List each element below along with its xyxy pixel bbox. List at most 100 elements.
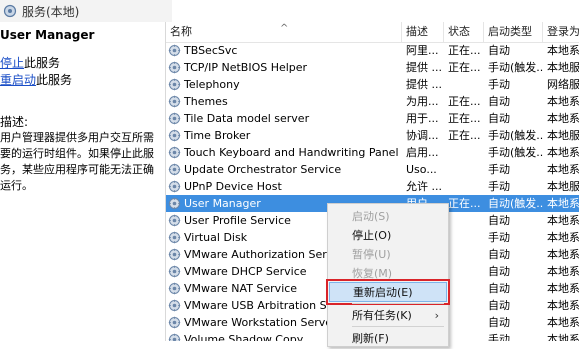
service-startup-type: 手动 [488,333,510,341]
service-logon-as: 本地系统 [547,248,579,261]
service-gear-icon [168,333,181,341]
service-name: User Profile Service [184,214,291,227]
service-gear-icon [168,231,181,244]
service-startup-type: 自动 [488,44,510,57]
service-status [444,161,484,178]
menu-item-label: 启动(S) [352,210,390,223]
service-logon-as: 本地系统 [547,282,579,295]
service-name: VMware Authorization Service [184,248,350,261]
column-name-label: 名称 [170,25,192,38]
service-name-cell: Update Orchestrator Service [166,161,402,178]
service-name: Update Orchestrator Service [184,163,342,176]
service-status: 正在... [448,129,481,142]
service-gear-icon [168,146,181,159]
stop-service-line: 停止此服务 [0,54,60,71]
service-status [444,246,484,263]
service-startup-type: 手动(触发... [488,146,543,159]
service-name-cell: Touch Keyboard and Handwriting Panel Ser… [166,144,402,161]
service-logon-as: 本地系统 [547,112,579,125]
service-startup-type: 自动 [488,299,510,312]
service-row[interactable]: Telephony 提供 ... 手动 网络服务 [166,76,579,93]
column-status-header[interactable]: 状态 [444,22,484,42]
column-startup-header[interactable]: 启动类型 [484,22,543,42]
ctx-start-menu-item: 启动(S) [329,207,447,227]
service-row[interactable]: TCP/IP NetBIOS Helper 提供 ... 正在... 手动(触发...… [166,59,579,76]
service-name: VMware NAT Service [184,282,298,295]
service-name-cell: Telephony [166,76,402,93]
service-status [444,178,484,195]
service-logon-as: 网络服务 [547,78,579,91]
service-status [444,144,484,161]
column-logon-header[interactable]: 登录为 [543,22,579,42]
service-gear-icon [168,265,181,278]
service-status [444,280,484,297]
service-row[interactable]: Tile Data model server 用于... 正在... 自动 本地系统 [166,110,579,127]
service-name-cell: UPnP Device Host [166,178,402,195]
service-gear-icon [168,44,181,57]
ctx-stop-menu-item[interactable]: 停止(O) [329,226,447,246]
service-gear-icon [168,95,181,108]
service-status [444,212,484,229]
service-name-cell: TCP/IP NetBIOS Helper [166,59,402,76]
ctx-restart-menu-item[interactable]: 重新启动(E) [326,279,450,305]
service-name-cell: Themes [166,93,402,110]
service-name: Time Broker [184,129,251,142]
tab-title: 服务(本地) [22,4,80,19]
ctx-resume-menu-item: 恢复(M) [329,264,447,284]
service-gear-icon [168,180,181,193]
service-name: UPnP Device Host [184,180,282,193]
ctx-all-tasks-menu-item[interactable]: 所有任务(K) › [329,306,447,326]
selected-service-title: User Manager [0,28,95,42]
service-startup-type: 自动 [488,112,510,125]
service-row[interactable]: UPnP Device Host 允许 ... 手动 本地服务 [166,178,579,195]
service-status: 正在... [448,112,481,125]
service-status [444,263,484,280]
service-startup-type: 手动 [488,163,510,176]
service-logon-as: 本地系统 [547,316,579,329]
service-startup-type: 自动(触发... [488,197,543,210]
service-name: Touch Keyboard and Handwriting Panel Ser… [184,146,402,159]
menu-item-label: 所有任务(K) [352,309,412,322]
service-logon-as: 本地系统 [547,231,579,244]
service-row[interactable]: Touch Keyboard and Handwriting Panel Ser… [166,144,579,161]
column-desc-header[interactable]: 描述 [402,22,444,42]
service-logon-as: 本地服务 [547,129,579,142]
services-gear-icon [2,3,18,19]
service-gear-icon [168,248,181,261]
service-gear-icon [168,282,181,295]
menu-item-label: 恢复(M) [352,267,393,280]
service-name: VMware DHCP Service [184,265,307,278]
service-desc: 启用... [406,146,439,159]
menu-item-label: 停止(O) [352,229,392,242]
service-desc: 协调... [406,129,439,142]
column-name-header[interactable]: 名称 ^ [166,22,402,42]
service-name: VMware Workstation Server [184,316,337,329]
services-tab[interactable]: 服务(本地) [0,0,172,23]
service-desc: 提供 ... [406,78,442,91]
service-logon-as: 本地系统 [547,197,579,210]
stop-service-suffix: 此服务 [24,56,61,70]
service-name: Tile Data model server [184,112,310,125]
menu-separator [352,303,444,304]
service-logon-as: 本地系统 [547,146,579,159]
menu-item-label: 暂停(U) [352,248,391,261]
service-name: Volume Shadow Copy [184,333,304,341]
service-gear-icon [168,129,181,142]
ctx-refresh-menu-item[interactable]: 刷新(F) [329,329,447,349]
service-logon-as: 本地系统 [547,95,579,108]
submenu-arrow-icon: › [434,309,439,322]
service-gear-icon [168,163,181,176]
service-row[interactable]: Update Orchestrator Service Uso... 手动 本地系统 [166,161,579,178]
restart-service-link[interactable]: 重启动 [0,73,36,87]
service-status: 正在... [448,61,481,74]
service-row[interactable]: TBSecSvc 阿里... 正在... 自动 本地系统 [166,42,579,59]
stop-service-link[interactable]: 停止 [0,56,24,70]
service-name: TBSecSvc [184,44,238,57]
service-row[interactable]: Themes 为用... 正在... 自动 本地系统 [166,93,579,110]
service-desc: 阿里... [406,44,439,57]
service-row[interactable]: Time Broker 协调... 正在... 手动(触发... 本地服务 [166,127,579,144]
description-label: 描述: [0,115,29,129]
service-gear-icon [168,299,181,312]
service-gear-icon [168,316,181,329]
service-logon-as: 本地系统 [547,265,579,278]
